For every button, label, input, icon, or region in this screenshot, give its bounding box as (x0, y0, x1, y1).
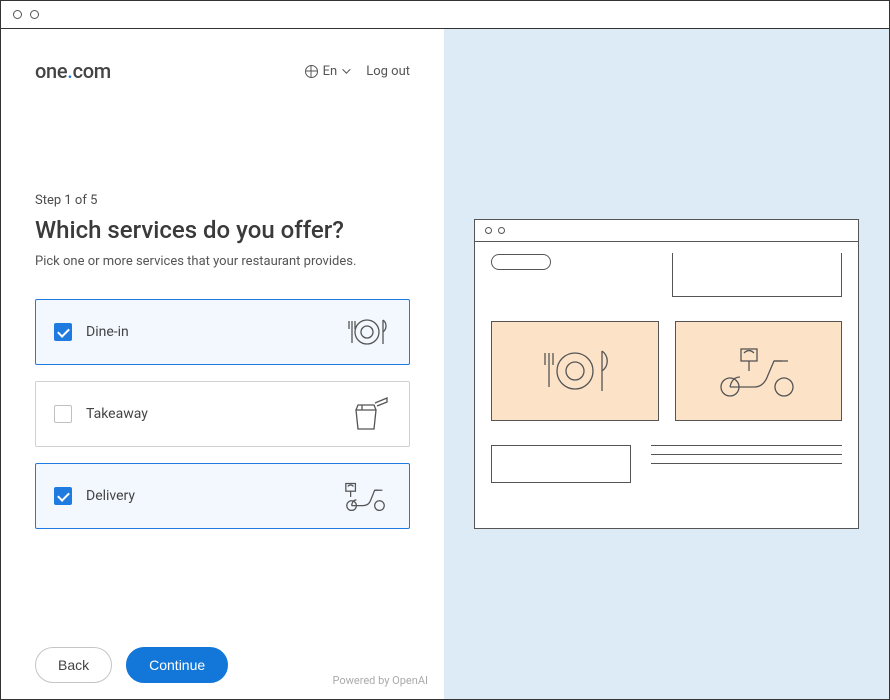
option-dine-in[interactable]: Dine-in (35, 299, 410, 365)
brand-suffix: com (73, 59, 111, 83)
language-label: En (323, 64, 338, 79)
option-label: Dine-in (86, 324, 327, 340)
preview-line (651, 454, 842, 455)
chevron-down-icon (342, 65, 350, 73)
preview-tile-delivery (675, 321, 843, 421)
window-titlebar (1, 1, 889, 29)
preview-box (491, 445, 631, 483)
checkbox[interactable] (54, 405, 72, 423)
language-selector[interactable]: En (305, 64, 349, 79)
option-delivery[interactable]: Delivery (35, 463, 410, 529)
preview-hero-box (672, 253, 842, 297)
plate-icon (530, 341, 620, 401)
window-control-dot[interactable] (30, 10, 39, 19)
checkbox[interactable] (54, 487, 72, 505)
logout-link[interactable]: Log out (366, 64, 410, 79)
brand-logo: one.com (35, 59, 111, 83)
bag-icon (341, 394, 391, 434)
content-area: one.com En Log out Step 1 of 5 Which ser… (1, 29, 889, 699)
page-title: Which services do you offer? (35, 216, 410, 244)
preview-tile-dinein (491, 321, 659, 421)
preview-lines (651, 445, 842, 464)
option-label: Delivery (86, 488, 327, 504)
brand-prefix: one (35, 59, 67, 83)
checkbox[interactable] (54, 323, 72, 341)
preview-nav-pill (491, 254, 551, 270)
continue-button[interactable]: Continue (126, 647, 228, 683)
preview-line (651, 445, 842, 446)
preview-line (651, 463, 842, 464)
option-takeaway[interactable]: Takeaway (35, 381, 410, 447)
preview-tiles (491, 321, 842, 421)
back-button[interactable]: Back (35, 647, 112, 683)
preview-body (475, 242, 858, 528)
powered-by-label: Powered by OpenAI (332, 674, 428, 687)
step-label: Step 1 of 5 (35, 193, 410, 208)
preview-footer-row (491, 445, 842, 483)
page-subtitle: Pick one or more services that your rest… (35, 254, 410, 269)
top-actions: En Log out (305, 64, 410, 79)
preview-window (474, 219, 859, 529)
app-window: one.com En Log out Step 1 of 5 Which ser… (0, 0, 890, 700)
plate-icon (341, 312, 391, 352)
preview-navbar (491, 254, 842, 297)
preview-window-dot (485, 227, 492, 234)
scooter-icon (708, 341, 808, 401)
scooter-icon (341, 476, 391, 516)
topbar: one.com En Log out (35, 59, 410, 83)
preview-window-dot (498, 227, 505, 234)
right-preview-panel (444, 29, 889, 699)
left-panel: one.com En Log out Step 1 of 5 Which ser… (1, 29, 444, 699)
window-control-dot[interactable] (13, 10, 22, 19)
globe-icon (305, 65, 318, 78)
preview-titlebar (475, 220, 858, 242)
option-label: Takeaway (86, 406, 327, 422)
options-list: Dine-in Takeaway (35, 299, 410, 529)
